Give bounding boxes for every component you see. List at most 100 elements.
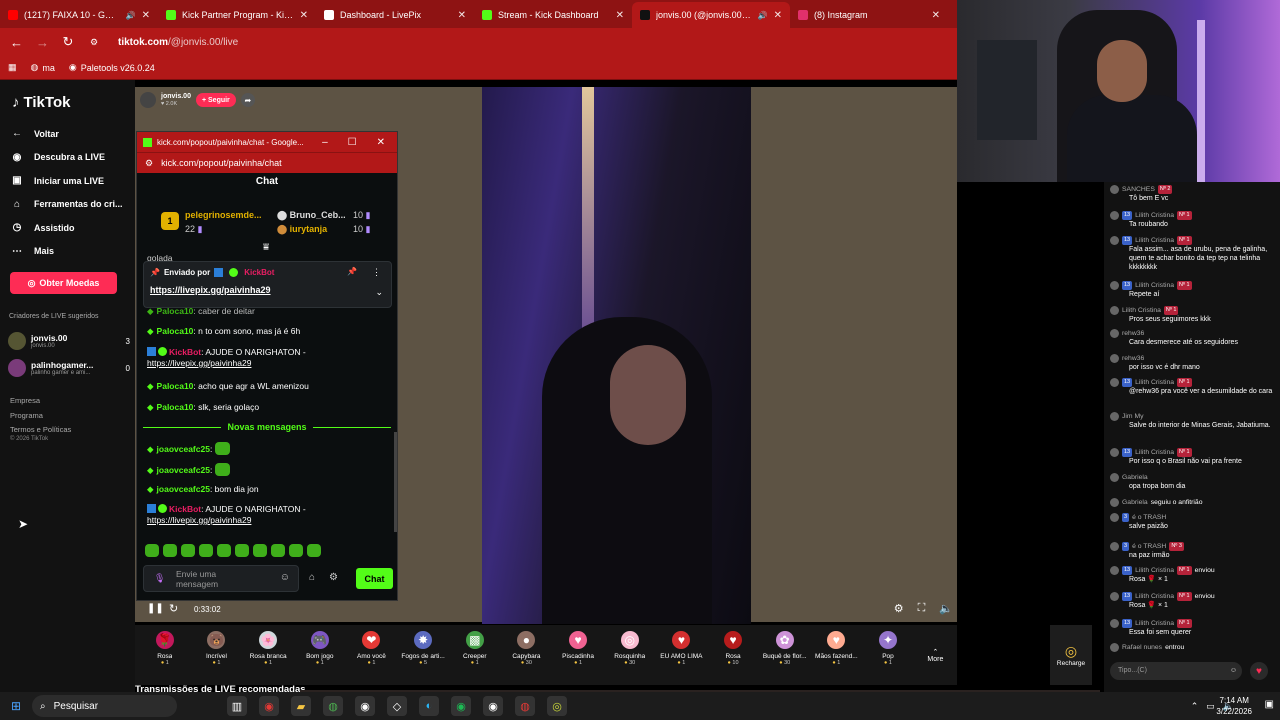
site-info-icon[interactable]: ⚙ [88,37,100,48]
nav-item[interactable]: ⌂ Ferramentas do cri... [10,193,130,217]
avatar[interactable] [1110,185,1119,194]
more-options-icon[interactable]: ⋮ [372,267,381,278]
emote-icon[interactable] [271,544,285,557]
browser-tab[interactable]: (1217) FAIXA 10 - GAUCHIN 🔊 ✕ [0,2,158,28]
chevron-down-icon[interactable]: ⌄ [375,287,383,298]
app-icon[interactable]: ◉ [259,696,279,716]
chat-username[interactable]: Lilith Cristina [1135,378,1174,387]
emote-icon[interactable] [217,544,231,557]
nav-item[interactable]: ← Voltar [10,122,130,146]
chat-username[interactable]: SANCHES [1122,185,1155,194]
avatar[interactable] [1110,378,1119,387]
chat-username[interactable]: joaovceafc25 [157,465,210,475]
scrollbar[interactable] [394,432,397,532]
gift-item[interactable]: 🌹 Rosa ● 1 [139,625,191,685]
chat-username[interactable]: Paloca10 [157,402,194,412]
speaker-icon[interactable]: 🔊 [758,11,768,20]
app-icon[interactable]: ◇ [387,696,407,716]
browser-tab[interactable]: (8) Instagram ✕ [790,2,948,28]
gift-item[interactable]: ◎ Rosquinha ● 30 [604,625,656,685]
chat-username[interactable]: Lilith Cristina [1135,281,1174,290]
avatar[interactable] [1110,236,1119,245]
share-icon[interactable]: ➦ [240,93,255,107]
close-icon[interactable]: ✕ [774,10,782,21]
suggested-creator[interactable]: palinhogamer... palinho gamer e ami... 0 [8,355,130,381]
chat-username[interactable]: rehw36 [1122,329,1144,338]
chat-input[interactable]: 🎙 Envie uma mensagem ☺ [143,565,299,592]
taskbar-clock[interactable]: 7:14 AM 3/22/2026 [1216,695,1252,717]
chat-username[interactable]: Paloca10 [157,381,194,391]
avatar[interactable] [1110,542,1119,551]
chat-username[interactable]: Rafael nunes [1122,643,1162,652]
gift-item[interactable]: 🌸 Rosa branca ● 1 [242,625,294,685]
network-icon[interactable]: ▭ [1206,701,1215,712]
refresh-icon[interactable]: ↻ [169,602,178,615]
chat-username[interactable]: joaovceafc25 [157,444,210,454]
maximize-icon[interactable]: ☐ [348,137,357,148]
speaker-icon[interactable]: 🔊 [126,11,136,20]
volume-icon[interactable]: 🔈 [939,602,953,615]
store-icon[interactable]: ⌂ [309,572,315,583]
chat-username[interactable]: Jim My [1122,412,1144,421]
pause-icon[interactable]: ❚❚ [147,603,164,614]
url-field[interactable]: tiktok.com/@jonvis.00/live [118,37,238,48]
emote-icon[interactable] [163,544,177,557]
gift-item[interactable]: 🎮 Bom jogo ● 1 [294,625,346,685]
emoji-icon[interactable]: ☺ [1230,662,1237,680]
microphone-icon[interactable]: 🎙 [154,573,165,584]
avatar[interactable] [1110,619,1119,628]
chat-username[interactable]: KickBot [169,504,201,514]
windows-start-icon[interactable]: ⊞ [0,699,32,713]
chat-username[interactable]: Lilith Cristina [1135,211,1174,220]
footer-link-company[interactable]: Empresa [10,394,71,409]
avatar[interactable] [1110,329,1119,338]
tiktok-chat-input[interactable]: Tipo...(C) ☺ [1110,662,1242,680]
gift-item[interactable]: ▩ Creeper ● 1 [449,625,501,685]
follow-button[interactable]: + Seguir [195,93,236,107]
browser-tab[interactable]: Stream - Kick Dashboard ✕ [474,2,632,28]
apps-grid-icon[interactable]: ▦ [8,62,17,73]
pinned-link[interactable]: https://livepix.gg/paivinha29 [150,285,271,295]
avatar[interactable] [1110,306,1119,315]
app-icon[interactable]: ◉ [483,696,503,716]
chat-username[interactable]: Gabriela [1122,498,1148,507]
pinned-message[interactable]: 📌 Enviado por KickBot https://livepix.gg/p… [143,261,392,308]
gift-item[interactable]: ● Capybara ● 30 [501,625,553,685]
close-icon[interactable]: ✕ [616,10,624,21]
gift-item[interactable]: ✦ Pop ● 1 [862,625,914,685]
browser-tab[interactable]: jonvis.00 (@jonvis.00) come 🔊 ✕ [632,2,790,28]
streamer-avatar[interactable] [140,92,156,108]
chat-link[interactable]: https://livepix.gg/paivinha29 [147,358,251,368]
gift-item[interactable]: ♥ Piscadinha ● 1 [552,625,604,685]
leader-second[interactable]: ⬤ Bruno_Ceb... [277,210,346,221]
emote-icon[interactable] [307,544,321,557]
taskview-icon[interactable]: ▥ [227,696,247,716]
chat-username[interactable]: Lilith Cristina [1122,306,1161,315]
chat-username[interactable]: Gabriela [1122,473,1148,482]
forward-arrow-icon[interactable]: → [36,35,49,50]
avatar[interactable] [1110,281,1119,290]
gift-item[interactable]: ♥ Mãos fazend... ● 1 [811,625,863,685]
emote-icon[interactable] [199,544,213,557]
get-coins-button[interactable]: ◎ Obter Moedas [10,272,117,294]
emote-icon[interactable] [253,544,267,557]
gift-item[interactable]: ✸ Fogos de arti... ● 5 [397,625,449,685]
browser-tab[interactable]: Kick Partner Program - Kick Da ✕ [158,2,316,28]
settings-icon[interactable]: ⚙ [894,602,904,615]
chat-username[interactable]: Paloca10 [157,306,194,316]
browser-tab[interactable]: Dashboard - LivePix ✕ [316,2,474,28]
chat-username[interactable]: Lilith Cristina [1135,448,1174,457]
gift-item[interactable]: ♥ EU AMO LIMA ● 1 [656,625,708,685]
nav-item[interactable]: ◉ Descubra a LIVE [10,146,130,170]
site-info-icon[interactable]: ⚙ [145,158,153,169]
chat-link[interactable]: https://livepix.gg/paivinha29 [147,515,251,525]
recharge-button[interactable]: ◎ Recharge [1050,625,1092,685]
chat-username[interactable]: KickBot [169,347,201,357]
send-chat-button[interactable]: Chat [356,568,393,589]
spotify-icon[interactable]: ◉ [451,696,471,716]
more-gifts-button[interactable]: ⌃ More [914,625,957,685]
avatar[interactable] [1110,643,1119,652]
back-arrow-icon[interactable]: ← [10,35,23,50]
taskbar-search[interactable]: ⌕ Pesquisar [32,695,177,717]
gift-item[interactable]: ♥ Rosa ● 10 [707,625,759,685]
